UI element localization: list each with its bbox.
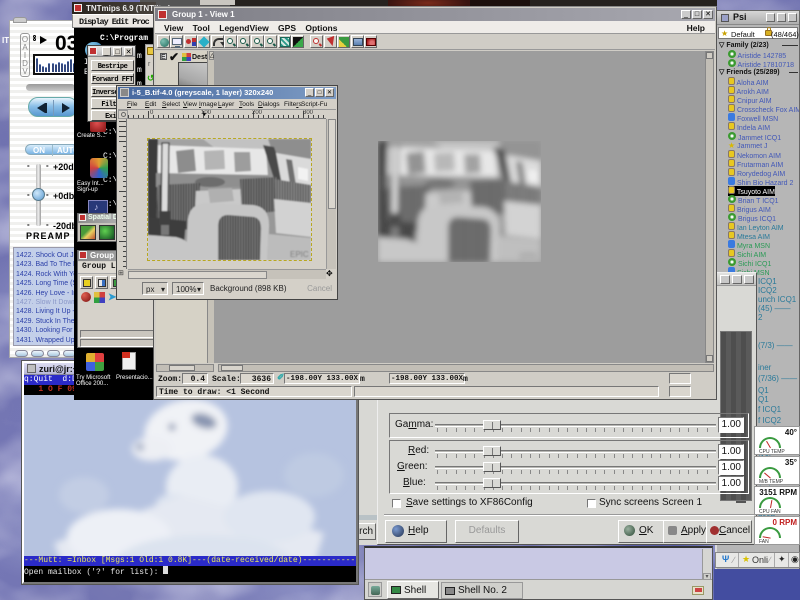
svg-text:EPIC: EPIC: [290, 250, 309, 259]
svg-text:EPIC: EPIC: [520, 252, 539, 261]
